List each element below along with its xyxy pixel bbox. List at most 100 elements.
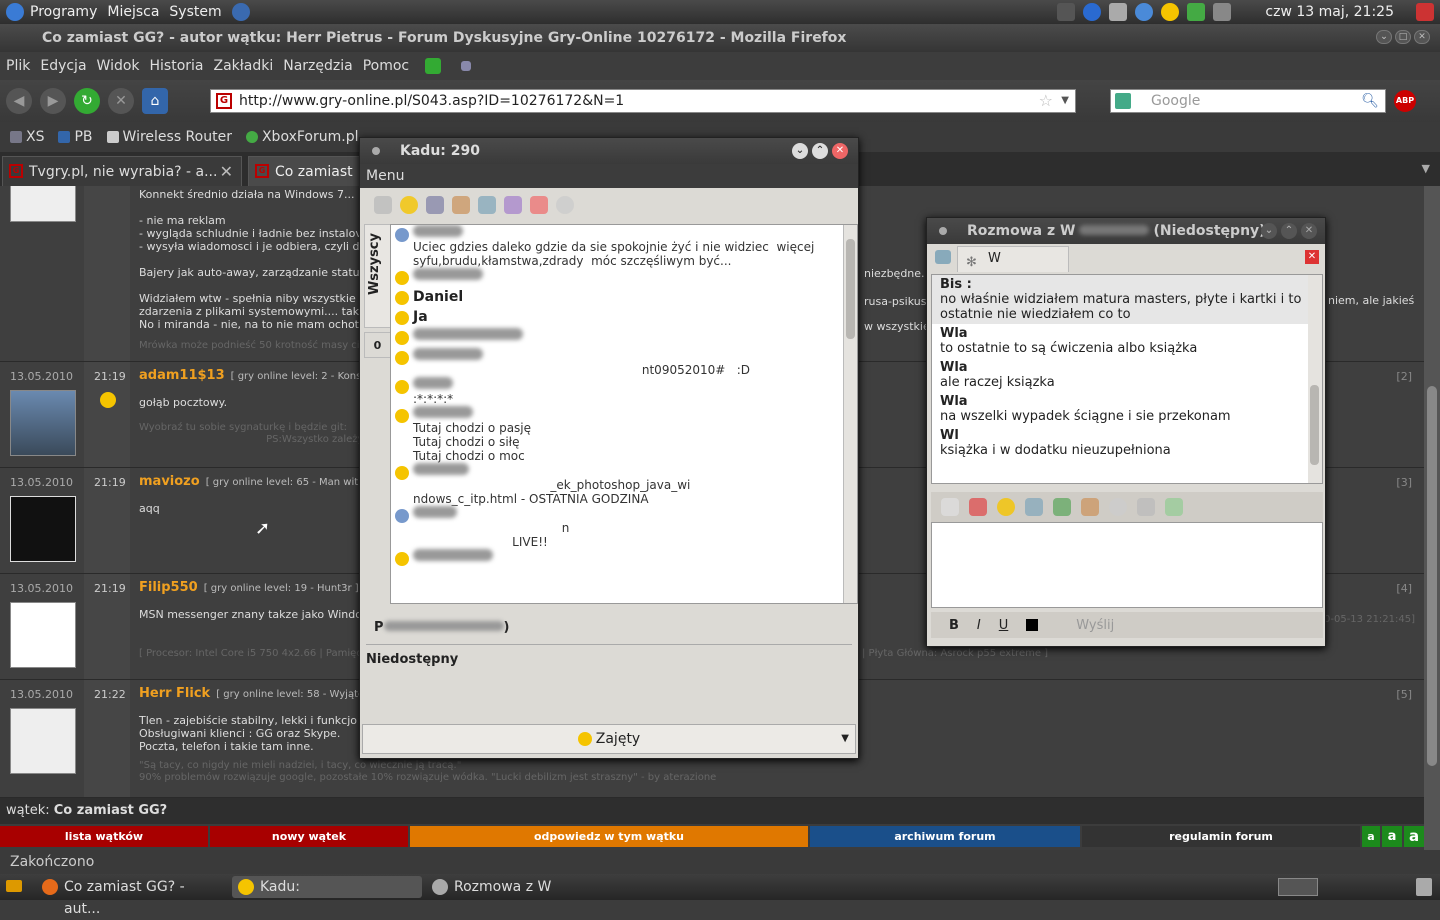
search-icon[interactable]: [478, 196, 496, 214]
font-small-button[interactable]: a: [1362, 826, 1380, 847]
list-item[interactable]: [391, 268, 857, 288]
scrollbar-thumb[interactable]: [1310, 385, 1319, 465]
reload-icon[interactable]: ↻: [74, 88, 100, 114]
clear-icon[interactable]: [969, 498, 987, 516]
minimize-icon[interactable]: ⌄: [1376, 30, 1392, 44]
clock[interactable]: czw 13 maj, 21:25: [1265, 4, 1394, 20]
contact-list-scrollbar[interactable]: [843, 225, 857, 603]
maximize-icon[interactable]: □: [1395, 30, 1411, 44]
author-name[interactable]: Filip550: [139, 580, 198, 595]
status-selector[interactable]: Zajęty ▼: [362, 724, 856, 754]
tab-all[interactable]: Wszyscy: [364, 224, 390, 328]
list-item[interactable]: Daniel: [391, 288, 857, 308]
menu-programy[interactable]: Programy: [30, 4, 97, 20]
menu-plik[interactable]: Plik: [6, 58, 30, 74]
bookmark-pb[interactable]: PB: [58, 129, 93, 145]
tab-co-zamiast[interactable]: G Co zamiast G: [248, 156, 368, 210]
close-icon[interactable]: ✕: [1301, 223, 1317, 239]
update-icon[interactable]: [1187, 3, 1206, 21]
url-bar[interactable]: G http://www.gry-online.pl/S043.asp?ID=1…: [210, 89, 1076, 113]
post-author[interactable]: Filip550 [ gry online level: 19 - Hunt3r …: [139, 580, 359, 595]
search-icon[interactable]: 🔍︎: [1361, 90, 1379, 112]
show-desktop-icon[interactable]: [6, 880, 22, 892]
network-icon[interactable]: [1083, 3, 1102, 21]
tab-zero[interactable]: 0: [364, 332, 390, 358]
search-input[interactable]: Google 🔍︎: [1110, 89, 1386, 113]
menu-miejsca[interactable]: Miejsca: [107, 4, 159, 20]
mail-icon[interactable]: [1109, 3, 1128, 21]
author-name[interactable]: Herr Flick: [139, 686, 210, 701]
menu-historia[interactable]: Historia: [150, 58, 204, 74]
font-medium-button[interactable]: a: [1382, 826, 1402, 847]
bookmark-wireless-router[interactable]: Wireless Router: [106, 129, 232, 145]
home-icon[interactable]: ⌂: [142, 88, 168, 114]
workspace-switcher-icon[interactable]: [1278, 878, 1318, 896]
scrollbar-thumb[interactable]: [846, 239, 855, 339]
list-item[interactable]: Tutaj chodzi o pasję Tutaj chodzi o siłę…: [391, 406, 857, 463]
avatar[interactable]: [10, 186, 76, 222]
help-icon[interactable]: [231, 3, 250, 21]
list-item[interactable]: Ja: [391, 308, 857, 328]
bookmark-xboxforum[interactable]: XboxForum.pl: [245, 129, 358, 145]
download-icon[interactable]: [425, 58, 442, 74]
search-icon[interactable]: [1025, 498, 1043, 516]
menu-pomoc[interactable]: Pomoc: [363, 58, 409, 74]
close-tab-icon[interactable]: ✕: [1305, 250, 1319, 264]
google-icon[interactable]: [1115, 93, 1131, 109]
tab-close-icon[interactable]: ✕: [220, 157, 233, 187]
kadu-menu[interactable]: Menu: [360, 164, 858, 188]
chat-tab[interactable]: ✻ W: [957, 246, 1069, 272]
menu-edycja[interactable]: Edycja: [40, 58, 86, 74]
auto-send-icon[interactable]: [941, 498, 959, 516]
list-item[interactable]: n LIVE!!: [391, 506, 857, 549]
tab-list-icon[interactable]: ▼: [1422, 162, 1430, 175]
italic-button[interactable]: I: [977, 618, 981, 633]
avatar[interactable]: [10, 708, 76, 774]
message-scrollbar[interactable]: [1308, 275, 1322, 483]
list-item[interactable]: [391, 549, 857, 569]
post-author[interactable]: Herr Flick [ gry online level: 58 - Wyjąt…: [139, 686, 370, 701]
weather-icon[interactable]: [1161, 3, 1180, 21]
post-number[interactable]: [5]: [1396, 688, 1412, 701]
mute-icon[interactable]: [530, 196, 548, 214]
scrollbar-thumb[interactable]: [1427, 386, 1437, 766]
menu-system[interactable]: System: [169, 4, 221, 20]
new-thread-button[interactable]: nowy wątek: [210, 826, 408, 847]
page-scrollbar[interactable]: [1424, 186, 1440, 850]
bookmark-xs[interactable]: XS: [10, 129, 44, 145]
list-item[interactable]: [391, 328, 857, 348]
underline-button[interactable]: U: [999, 618, 1009, 633]
window-menu-icon[interactable]: [939, 227, 947, 235]
add-user-icon[interactable]: [452, 196, 470, 214]
message-log[interactable]: Bis : no właśnie widziałem matura masters…: [931, 274, 1323, 484]
insert-image-icon[interactable]: [1053, 498, 1071, 516]
connect-icon[interactable]: [374, 196, 392, 214]
emoticon-icon[interactable]: [997, 498, 1015, 516]
avatar[interactable]: [10, 602, 76, 668]
users-icon[interactable]: [504, 196, 522, 214]
post-author[interactable]: maviozo [ gry online level: 65 - Man with: [139, 474, 365, 489]
reply-button[interactable]: odpowiedz w tym wątku: [410, 826, 808, 847]
trash-icon[interactable]: [1416, 878, 1432, 896]
menu-zakladki[interactable]: Zakładki: [214, 58, 274, 74]
archive-button[interactable]: archiwum forum: [810, 826, 1080, 847]
post-number[interactable]: [2]: [1396, 370, 1412, 383]
post-number[interactable]: [4]: [1396, 582, 1412, 595]
user-info-icon[interactable]: [1081, 498, 1099, 516]
post-number[interactable]: [3]: [1396, 476, 1412, 489]
author-name[interactable]: maviozo: [139, 474, 200, 489]
adblock-icon[interactable]: ABP: [1394, 90, 1416, 112]
color-button[interactable]: [1026, 619, 1039, 631]
list-item[interactable]: :*:*:*:*: [391, 377, 857, 406]
thread-list-button[interactable]: lista wątków: [0, 826, 208, 847]
url-dropdown-icon[interactable]: ▼: [1061, 90, 1069, 112]
taskbar-item-firefox[interactable]: Co zamiast GG? - aut...: [36, 876, 224, 917]
taskbar-item-chat[interactable]: Rozmowa z W: [426, 876, 616, 898]
add-contact-icon[interactable]: [1165, 498, 1183, 516]
stop-icon[interactable]: ✕: [108, 88, 134, 114]
close-icon[interactable]: ✕: [832, 143, 848, 159]
post-author[interactable]: adam11$13 [ gry online level: 2 - Konsu: [139, 368, 368, 383]
avatar[interactable]: [10, 496, 76, 562]
windows-icon[interactable]: [1213, 3, 1232, 21]
author-name[interactable]: adam11$13: [139, 368, 225, 383]
